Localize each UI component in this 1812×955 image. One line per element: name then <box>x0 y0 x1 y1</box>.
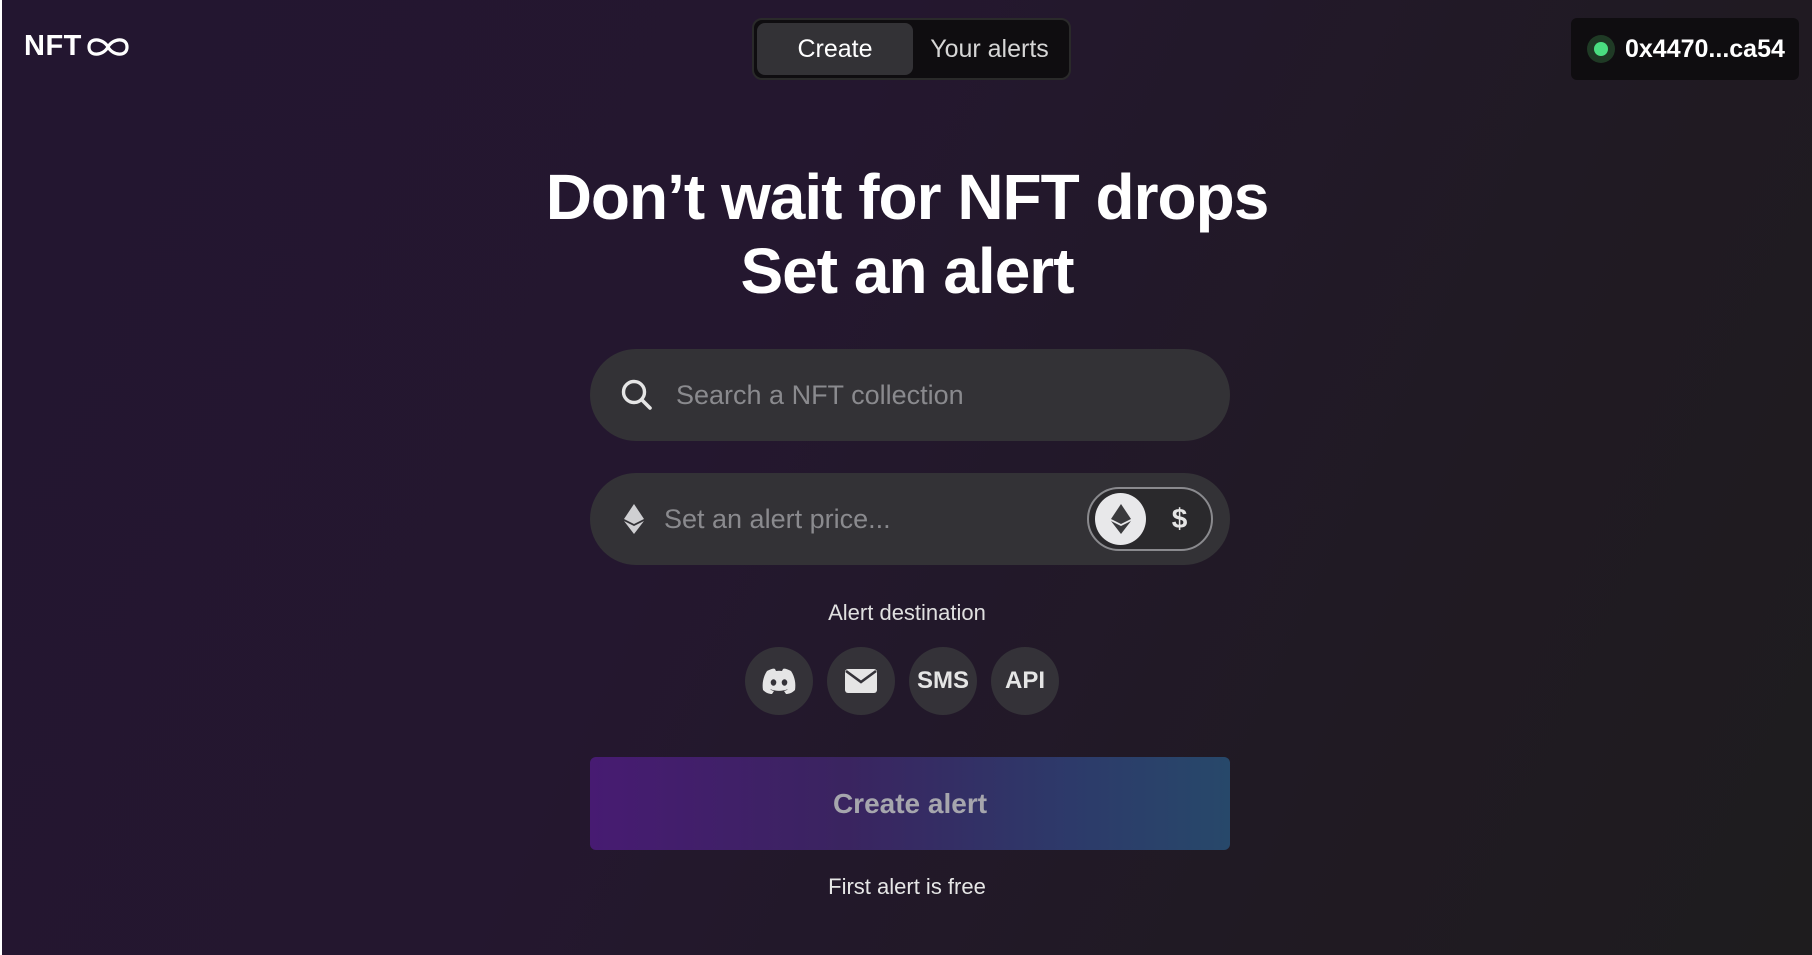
logo[interactable]: NFT <box>24 30 131 63</box>
destination-api-button[interactable]: API <box>991 647 1059 715</box>
hero-line-2: Set an alert <box>740 235 1074 307</box>
currency-usd-option[interactable]: $ <box>1154 493 1205 545</box>
destination-email-button[interactable] <box>827 647 895 715</box>
tab-create[interactable]: Create <box>757 23 913 75</box>
wallet-address: 0x4470...ca54 <box>1625 34 1785 63</box>
currency-eth-option[interactable] <box>1095 493 1146 545</box>
status-dot <box>1594 42 1608 56</box>
alert-destination-label: Alert destination <box>828 600 986 625</box>
collection-search[interactable] <box>590 349 1230 441</box>
currency-toggle[interactable]: $ <box>1087 487 1213 551</box>
alert-price-input[interactable] <box>664 503 1064 535</box>
hero-line-1: Don’t wait for NFT drops <box>545 161 1270 233</box>
wallet-button[interactable]: 0x4470...ca54 <box>1571 18 1799 80</box>
tab-switcher: Create Your alerts <box>752 18 1071 80</box>
alert-price-field[interactable]: $ <box>590 473 1230 565</box>
connection-status-indicator <box>1587 35 1615 63</box>
destination-sms-button[interactable]: SMS <box>909 647 977 715</box>
hero-heading: Don’t wait for NFT drops Set an alert <box>2 160 1812 308</box>
create-alert-button[interactable]: Create alert <box>590 757 1230 850</box>
email-icon <box>845 669 877 693</box>
discord-icon <box>762 668 796 694</box>
ethereum-icon <box>624 504 644 534</box>
logo-text: NFT <box>24 30 82 62</box>
ethereum-icon <box>1110 504 1131 534</box>
destination-discord-button[interactable] <box>745 647 813 715</box>
destination-options: SMS API <box>745 647 1073 715</box>
app-window: NFT Create Your alerts 0x4470...ca54 Don… <box>2 0 1812 955</box>
tab-your-alerts[interactable]: Your alerts <box>913 23 1066 75</box>
search-icon <box>621 379 652 410</box>
first-alert-free-note: First alert is free <box>828 874 986 899</box>
infinity-icon <box>87 37 129 56</box>
search-input[interactable] <box>676 379 1196 411</box>
